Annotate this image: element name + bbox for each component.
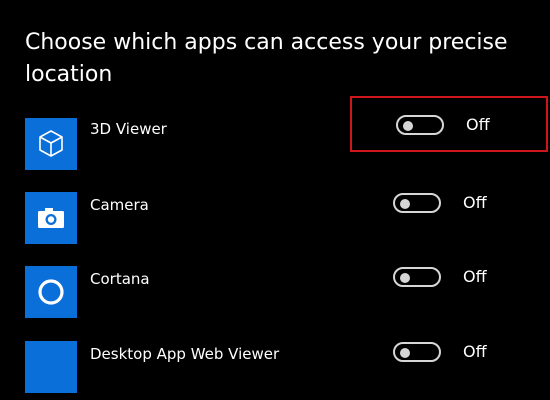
toggle-knob — [400, 348, 410, 358]
3d-cube-icon — [39, 130, 63, 157]
toggle-knob — [400, 273, 410, 283]
app-row-desktop-app-web-viewer: Desktop App Web Viewer Off — [0, 341, 550, 393]
location-permissions-panel: Choose which apps can access your precis… — [0, 0, 550, 400]
app-name-3d-viewer: 3D Viewer — [90, 120, 167, 138]
camera-icon — [38, 208, 64, 228]
app-tile-3d-viewer — [25, 118, 77, 170]
blank-app-icon — [25, 341, 77, 393]
toggle-knob — [400, 199, 410, 209]
app-tile-camera — [25, 192, 77, 244]
toggle-camera[interactable] — [393, 193, 441, 213]
app-name-desktop-app-web-viewer: Desktop App Web Viewer — [90, 345, 280, 363]
page-heading: Choose which apps can access your precis… — [25, 30, 508, 87]
toggle-state-camera: Off — [463, 193, 487, 212]
app-tile-cortana — [25, 266, 77, 318]
app-row-cortana: Cortana Off — [0, 266, 550, 318]
toggle-desktop-app-web-viewer[interactable] — [393, 342, 441, 362]
highlight-box — [350, 96, 548, 152]
app-tile-desktop-app-web-viewer — [25, 341, 77, 393]
app-row-camera: Camera Off — [0, 192, 550, 244]
cortana-ring-icon — [38, 279, 64, 305]
app-name-cortana: Cortana — [90, 270, 150, 288]
toggle-state-cortana: Off — [463, 267, 487, 286]
toggle-cortana[interactable] — [393, 267, 441, 287]
toggle-state-desktop-app-web-viewer: Off — [463, 342, 487, 361]
app-name-camera: Camera — [90, 196, 149, 214]
